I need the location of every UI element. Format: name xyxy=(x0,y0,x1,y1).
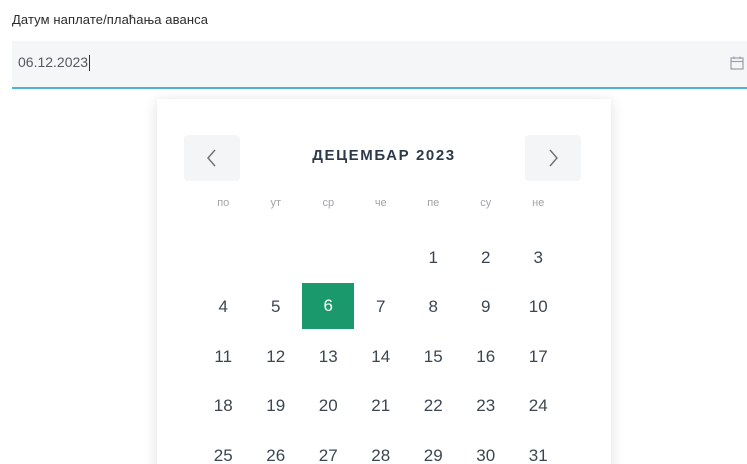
day-blank xyxy=(355,233,408,283)
day-grid: 1 2 3 4 5 6 7 8 9 10 11 12 13 14 15 16 17 18 19 20 21 22 23 24 2… xyxy=(197,233,565,464)
day-cell-selected[interactable]: 6 xyxy=(302,282,355,329)
day-cell[interactable]: 2 xyxy=(460,233,513,283)
day-cell[interactable]: 11 xyxy=(197,332,250,382)
day-blank xyxy=(302,233,355,283)
day-cell[interactable]: 27 xyxy=(302,431,355,464)
day-cell[interactable]: 29 xyxy=(407,431,460,464)
day-cell[interactable]: 5 xyxy=(250,283,303,333)
day-cell[interactable]: 31 xyxy=(512,431,565,464)
field-label: Датум наплате/плаћања аванса xyxy=(12,12,209,27)
day-cell[interactable]: 3 xyxy=(512,233,565,283)
day-cell[interactable]: 17 xyxy=(512,332,565,382)
prev-month-button[interactable] xyxy=(184,135,240,181)
day-cell[interactable]: 12 xyxy=(250,332,303,382)
day-cell[interactable]: 10 xyxy=(512,283,565,333)
day-cell[interactable]: 1 xyxy=(407,233,460,283)
day-cell[interactable]: 8 xyxy=(407,283,460,333)
date-input-field[interactable]: 06.12.2023 xyxy=(12,41,747,89)
weekday-label: не xyxy=(532,197,545,209)
day-cell[interactable]: 28 xyxy=(355,431,408,464)
day-blank xyxy=(250,233,303,283)
day-cell[interactable]: 7 xyxy=(355,283,408,333)
weekday-label: по xyxy=(217,197,230,209)
day-blank xyxy=(197,233,250,283)
day-cell[interactable]: 26 xyxy=(250,431,303,464)
day-cell[interactable]: 9 xyxy=(460,283,513,333)
weekday-label: че xyxy=(374,197,387,209)
next-month-button[interactable] xyxy=(525,135,581,181)
datepicker-popup: ДЕЦЕМБАР 2023 по ут ср че пе су не 1 2 3 4 5 6 7 8 9 10… xyxy=(157,99,611,464)
date-input-text: 06.12.2023 xyxy=(18,54,89,70)
weekday-label: су xyxy=(480,197,492,209)
weekday-label: пе xyxy=(427,197,440,209)
day-cell[interactable]: 16 xyxy=(460,332,513,382)
date-picker-screen: Датум наплате/плаћања аванса 06.12.2023 … xyxy=(0,0,747,464)
day-cell[interactable]: 25 xyxy=(197,431,250,464)
weekday-label: ут xyxy=(270,197,282,209)
day-cell[interactable]: 24 xyxy=(512,382,565,432)
date-input-value[interactable]: 06.12.2023 xyxy=(18,54,91,72)
calendar-icon[interactable] xyxy=(729,55,745,71)
text-caret xyxy=(89,55,91,72)
day-cell[interactable]: 20 xyxy=(302,382,355,432)
weekday-header: по ут ср че пе су не xyxy=(197,197,565,213)
day-cell[interactable]: 13 xyxy=(302,332,355,382)
day-cell[interactable]: 23 xyxy=(460,382,513,432)
chevron-left-icon xyxy=(207,149,216,167)
day-cell[interactable]: 21 xyxy=(355,382,408,432)
calendar-icon-svg xyxy=(730,56,744,70)
day-cell[interactable]: 14 xyxy=(355,332,408,382)
chevron-right-icon xyxy=(549,149,558,167)
day-cell[interactable]: 4 xyxy=(197,283,250,333)
month-title: ДЕЦЕМБАР 2023 xyxy=(312,147,456,164)
weekday-label: ср xyxy=(322,197,335,209)
day-cell[interactable]: 15 xyxy=(407,332,460,382)
day-cell[interactable]: 30 xyxy=(460,431,513,464)
day-cell[interactable]: 18 xyxy=(197,382,250,432)
day-cell[interactable]: 22 xyxy=(407,382,460,432)
day-cell[interactable]: 19 xyxy=(250,382,303,432)
